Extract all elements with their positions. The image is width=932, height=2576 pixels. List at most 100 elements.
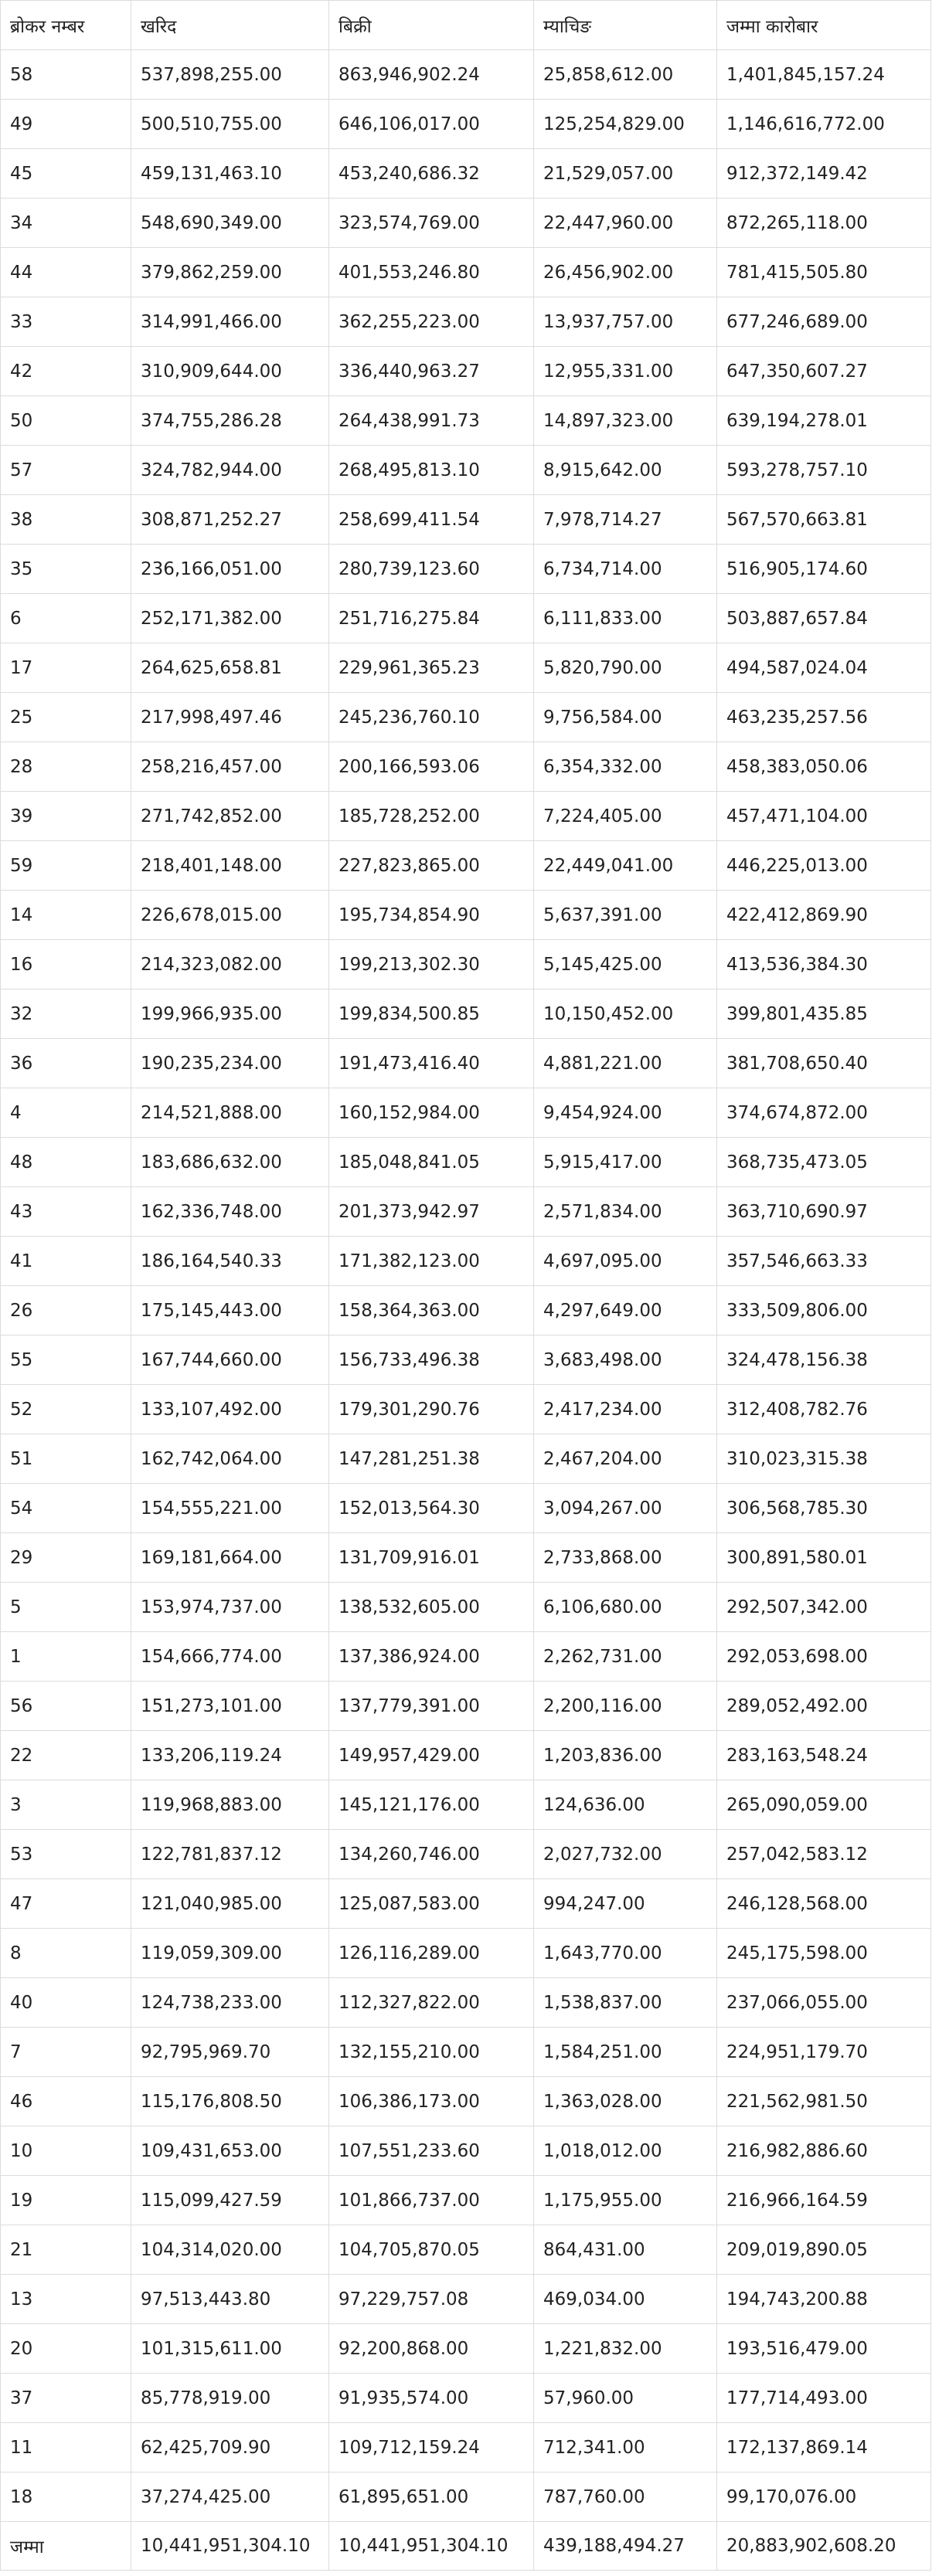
cell-total-turnover: 177,714,493.00	[716, 2373, 931, 2423]
cell-sales: 229,961,365.23	[328, 643, 534, 693]
cell-sales: 245,236,760.10	[328, 692, 534, 742]
cell-purchase: 101,315,611.00	[131, 2323, 329, 2374]
cell-total-turnover: 374,674,872.00	[716, 1088, 931, 1138]
cell-total-turnover: 224,951,179.70	[716, 2027, 931, 2077]
cell-purchase: 162,336,748.00	[131, 1186, 329, 1237]
cell-total-turnover: 458,383,050.06	[716, 742, 931, 792]
header-sales: बिक्री	[328, 0, 534, 50]
cell-purchase: 124,738,233.00	[131, 1977, 329, 2028]
cell-purchase: 258,216,457.00	[131, 742, 329, 792]
cell-broker-number: 7	[0, 2027, 131, 2077]
cell-matching: 9,756,584.00	[533, 692, 717, 742]
cell-total-turnover: 257,042,583.12	[716, 1829, 931, 1879]
cell-purchase: 133,107,492.00	[131, 1384, 329, 1434]
cell-sales: 160,152,984.00	[328, 1088, 534, 1138]
cell-matching: 4,881,221.00	[533, 1038, 717, 1088]
cell-broker-number: 59	[0, 840, 131, 891]
table-row: 22 133,206,119.24 149,957,429.00 1,203,836.…	[0, 1730, 931, 1780]
table-row: 52 133,107,492.00 179,301,290.76 2,417,234.…	[0, 1384, 931, 1434]
table-row: 17 264,625,658.81 229,961,365.23 5,820,790.…	[0, 643, 931, 693]
cell-purchase: 97,513,443.80	[131, 2274, 329, 2324]
table-body: 58 537,898,255.00 863,946,902.24 25,858,612…	[0, 49, 931, 2522]
cell-sales: 171,382,123.00	[328, 1236, 534, 1286]
cell-purchase: 167,744,660.00	[131, 1335, 329, 1385]
cell-matching: 994,247.00	[533, 1879, 717, 1929]
cell-broker-number: 40	[0, 1977, 131, 2028]
cell-sales: 336,440,963.27	[328, 346, 534, 396]
cell-broker-number: 11	[0, 2422, 131, 2472]
cell-sales: 323,574,769.00	[328, 198, 534, 248]
cell-matching: 2,733,868.00	[533, 1532, 717, 1583]
cell-broker-number: 32	[0, 989, 131, 1039]
cell-matching: 7,978,714.27	[533, 494, 717, 545]
cell-matching: 1,018,012.00	[533, 2126, 717, 2176]
cell-purchase: 85,778,919.00	[131, 2373, 329, 2423]
cell-matching: 1,175,955.00	[533, 2175, 717, 2225]
table-row: 47 121,040,985.00 125,087,583.00 994,247.00…	[0, 1879, 931, 1929]
cell-purchase: 236,166,051.00	[131, 544, 329, 594]
table-row: 5 153,974,737.00 138,532,605.00 6,106,680.0…	[0, 1582, 931, 1632]
cell-purchase: 548,690,349.00	[131, 198, 329, 248]
cell-sales: 200,166,593.06	[328, 742, 534, 792]
cell-matching: 7,224,405.00	[533, 791, 717, 841]
cell-total-turnover: 292,507,342.00	[716, 1582, 931, 1632]
table-row: 33 314,991,466.00 362,255,223.00 13,937,757…	[0, 297, 931, 347]
table-row: 50 374,755,286.28 264,438,991.73 14,897,323…	[0, 395, 931, 446]
cell-purchase: 109,431,653.00	[131, 2126, 329, 2176]
cell-sales: 92,200,868.00	[328, 2323, 534, 2374]
cell-sales: 258,699,411.54	[328, 494, 534, 545]
cell-broker-number: 58	[0, 49, 131, 100]
cell-broker-number: 50	[0, 395, 131, 446]
cell-purchase: 169,181,664.00	[131, 1532, 329, 1583]
cell-purchase: 92,795,969.70	[131, 2027, 329, 2077]
cell-purchase: 310,909,644.00	[131, 346, 329, 396]
cell-total-turnover: 289,052,492.00	[716, 1681, 931, 1731]
cell-sales: 264,438,991.73	[328, 395, 534, 446]
cell-total-turnover: 1,146,616,772.00	[716, 99, 931, 149]
cell-total-turnover: 368,735,473.05	[716, 1137, 931, 1187]
cell-purchase: 115,176,808.50	[131, 2076, 329, 2126]
cell-matching: 25,858,612.00	[533, 49, 717, 100]
cell-sales: 138,532,605.00	[328, 1582, 534, 1632]
cell-broker-number: 43	[0, 1186, 131, 1237]
cell-matching: 1,538,837.00	[533, 1977, 717, 2028]
cell-purchase: 119,059,309.00	[131, 1928, 329, 1978]
cell-sales: 145,121,176.00	[328, 1780, 534, 1830]
cell-total-turnover: 567,570,663.81	[716, 494, 931, 545]
cell-total-turnover: 912,372,149.42	[716, 148, 931, 199]
cell-purchase: 459,131,463.10	[131, 148, 329, 199]
cell-total-turnover: 381,708,650.40	[716, 1038, 931, 1088]
cell-purchase: 175,145,443.00	[131, 1285, 329, 1336]
cell-total-turnover: 413,536,384.30	[716, 939, 931, 989]
table-row: 58 537,898,255.00 863,946,902.24 25,858,612…	[0, 49, 931, 100]
cell-sales: 362,255,223.00	[328, 297, 534, 347]
cell-purchase: 308,871,252.27	[131, 494, 329, 545]
cell-total-turnover: 357,546,663.33	[716, 1236, 931, 1286]
cell-sales: 268,495,813.10	[328, 445, 534, 495]
cell-purchase: 379,862,259.00	[131, 247, 329, 297]
cell-broker-number: 39	[0, 791, 131, 841]
cell-sales: 251,716,275.84	[328, 593, 534, 643]
header-matching: म्याचिङ	[533, 0, 717, 50]
broker-turnover-table: ब्रोकर नम्बर खरिद बिक्री म्याचिङ जम्मा क…	[0, 0, 931, 2571]
table-row: 38 308,871,252.27 258,699,411.54 7,978,714.…	[0, 494, 931, 545]
cell-matching: 1,221,832.00	[533, 2323, 717, 2374]
cell-purchase: 500,510,755.00	[131, 99, 329, 149]
total-turnover: 20,883,902,608.20	[716, 2521, 931, 2571]
cell-sales: 191,473,416.40	[328, 1038, 534, 1088]
cell-purchase: 133,206,119.24	[131, 1730, 329, 1780]
cell-broker-number: 44	[0, 247, 131, 297]
table-row: 29 169,181,664.00 131,709,916.01 2,733,868.…	[0, 1532, 931, 1583]
total-label: जम्मा	[0, 2521, 131, 2571]
cell-purchase: 374,755,286.28	[131, 395, 329, 446]
table-row: 11 62,425,709.90 109,712,159.24 712,341.00 1…	[0, 2422, 931, 2472]
cell-matching: 14,897,323.00	[533, 395, 717, 446]
cell-sales: 227,823,865.00	[328, 840, 534, 891]
cell-total-turnover: 310,023,315.38	[716, 1434, 931, 1484]
cell-broker-number: 5	[0, 1582, 131, 1632]
header-row: ब्रोकर नम्बर खरिद बिक्री म्याचिङ जम्मा क…	[0, 0, 931, 50]
cell-sales: 863,946,902.24	[328, 49, 534, 100]
cell-matching: 124,636.00	[533, 1780, 717, 1830]
cell-total-turnover: 300,891,580.01	[716, 1532, 931, 1583]
cell-total-turnover: 216,966,164.59	[716, 2175, 931, 2225]
